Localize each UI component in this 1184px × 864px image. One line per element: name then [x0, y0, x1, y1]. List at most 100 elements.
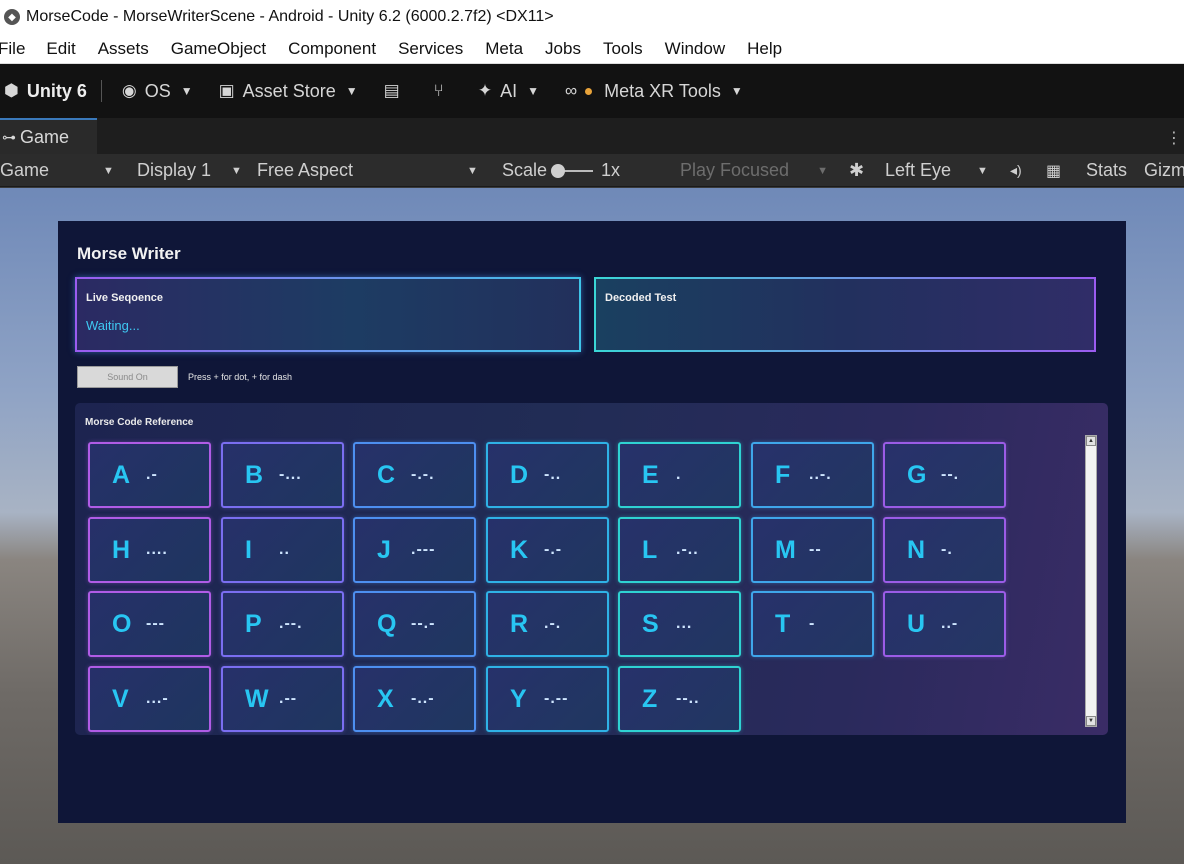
menu-edit[interactable]: Edit: [46, 39, 75, 59]
morse-code-label: -.-.: [411, 466, 435, 483]
letter-key-n[interactable]: N -.: [883, 517, 1006, 583]
asset-store-label: Asset Store: [242, 80, 336, 101]
scroll-down-icon[interactable]: ▼: [1086, 716, 1096, 726]
meta-xr-tools-dropdown[interactable]: ∞ Meta XR Tools ▼: [565, 81, 743, 102]
gizmos-label: Gizm: [1144, 160, 1184, 180]
letter-key-z[interactable]: Z --..: [618, 666, 741, 732]
menu-window[interactable]: Window: [665, 39, 725, 59]
letter-key-t[interactable]: T-: [751, 591, 874, 657]
meta-infinity-icon: ∞: [565, 81, 578, 100]
branch-icon: ⑂: [433, 81, 444, 100]
unity-account-button[interactable]: ⬢ Unity 6: [4, 81, 87, 102]
stats-button[interactable]: Stats: [1086, 154, 1127, 187]
tab-game-label: Game: [20, 126, 70, 147]
input-hint: Press + for dot, + for dash: [188, 372, 293, 382]
letter-key-k[interactable]: K -.-: [486, 517, 609, 583]
chevron-down-icon: ▼: [730, 84, 743, 98]
letter-key-v[interactable]: V ...-: [88, 666, 211, 732]
menu-component[interactable]: Component: [288, 39, 376, 59]
package-manager-button[interactable]: ▤: [384, 81, 408, 101]
scale-slider-knob[interactable]: [551, 163, 566, 178]
letter-key-f[interactable]: F ..-.: [751, 442, 874, 508]
game-view-controls: Game ▼ Display 1 ▼ Free Aspect ▼ Scale 1…: [0, 154, 1184, 187]
letter-label: S: [642, 609, 659, 638]
account-icon: ◉: [121, 81, 137, 100]
letter-key-i[interactable]: I..: [221, 517, 344, 583]
menu-assets[interactable]: Assets: [98, 39, 149, 59]
play-mode-dropdown[interactable]: Play Focused ▼: [680, 154, 828, 187]
letter-key-q[interactable]: Q --.-: [353, 591, 476, 657]
letter-label: H: [112, 535, 131, 564]
letter-key-p[interactable]: P .--.: [221, 591, 344, 657]
bug-icon[interactable]: ✱: [849, 154, 864, 187]
asset-store-dropdown[interactable]: ▣ Asset Store ▼: [219, 81, 358, 102]
eye-dropdown[interactable]: Left Eye ▼: [885, 154, 988, 187]
letter-key-b[interactable]: B -...: [221, 442, 344, 508]
letter-key-j[interactable]: J .---: [353, 517, 476, 583]
letter-key-r[interactable]: R .-.: [486, 591, 609, 657]
morse-code-label: -..: [544, 466, 562, 483]
letter-label: L: [642, 535, 658, 564]
morse-code-label: -.--: [544, 690, 569, 707]
letter-key-g[interactable]: G --.: [883, 442, 1006, 508]
play-mode-label: Play Focused: [680, 160, 790, 180]
reference-title: Morse Code Reference: [85, 417, 194, 428]
letter-label: J: [377, 535, 391, 564]
morse-code-label: ....: [146, 541, 168, 558]
letter-key-u[interactable]: U ..-: [883, 591, 1006, 657]
shopping-bag-icon: ▣: [218, 81, 235, 100]
scale-slider-track[interactable]: [551, 163, 594, 178]
reference-scrollbar[interactable]: ▲ ▼: [1085, 435, 1097, 727]
letter-key-x[interactable]: X -..-: [353, 666, 476, 732]
morse-code-label: --.: [941, 466, 960, 483]
display-label: Display 1: [137, 160, 212, 180]
scale-label: Scale: [502, 160, 548, 180]
scale-slider[interactable]: Scale 1x: [502, 154, 620, 187]
menu-meta[interactable]: Meta: [485, 39, 523, 59]
letter-label: K: [510, 535, 529, 564]
morse-code-label: -.-: [544, 541, 563, 558]
letter-key-m[interactable]: M --: [751, 517, 874, 583]
audio-icon[interactable]: ◂): [1010, 154, 1022, 187]
letter-key-s[interactable]: S...: [618, 591, 741, 657]
more-options-icon[interactable]: ⋮: [1166, 128, 1182, 148]
letter-label: W: [245, 684, 269, 713]
unity-version-label: Unity 6: [26, 80, 87, 101]
morse-code-label: .-: [146, 466, 158, 483]
scroll-up-icon[interactable]: ▲: [1086, 436, 1096, 446]
aspect-dropdown[interactable]: Free Aspect ▼: [257, 154, 478, 187]
letter-key-h[interactable]: H....: [88, 517, 211, 583]
menu-jobs[interactable]: Jobs: [545, 39, 581, 59]
menu-help[interactable]: Help: [747, 39, 782, 59]
menu-gameobject[interactable]: GameObject: [171, 39, 266, 59]
letter-key-d[interactable]: D -..: [486, 442, 609, 508]
letter-key-c[interactable]: C -.-.: [353, 442, 476, 508]
menu-file[interactable]: File: [0, 39, 25, 59]
keyboard-icon[interactable]: ▦: [1046, 154, 1061, 187]
morse-reference-panel: Morse Code Reference A .- B -... C -.-. D -.. E.…: [75, 403, 1108, 735]
menu-tools[interactable]: Tools: [603, 39, 643, 59]
live-sequence-box: Live Seqoence Waiting...: [75, 277, 581, 352]
letter-key-e[interactable]: E.: [618, 442, 741, 508]
view-mode-dropdown[interactable]: Game ▼: [0, 154, 114, 187]
morse-code-label: .: [676, 466, 682, 483]
gizmos-button[interactable]: Gizm: [1144, 154, 1184, 187]
live-sequence-value: Waiting...: [86, 318, 140, 333]
letter-key-w[interactable]: W .--: [221, 666, 344, 732]
letter-key-a[interactable]: A .-: [88, 442, 211, 508]
version-control-button[interactable]: ⑂: [434, 81, 452, 101]
letter-key-l[interactable]: L .-..: [618, 517, 741, 583]
toolbar-divider: [100, 80, 102, 102]
scale-value: 1x: [601, 160, 621, 180]
morse-code-label: ..: [279, 541, 290, 558]
letter-key-y[interactable]: Y -.--: [486, 666, 609, 732]
letter-key-o[interactable]: O ---: [88, 591, 211, 657]
letter-label: B: [245, 460, 264, 489]
os-dropdown[interactable]: ◉ OS ▼: [122, 81, 193, 102]
sound-toggle-button[interactable]: Sound On: [77, 366, 178, 388]
aspect-label: Free Aspect: [257, 160, 354, 180]
ai-dropdown[interactable]: ✦ AI ▼: [478, 81, 539, 102]
tab-game[interactable]: ⊶ Game: [0, 118, 97, 154]
menu-services[interactable]: Services: [398, 39, 463, 59]
display-dropdown[interactable]: Display 1 ▼: [137, 154, 242, 187]
